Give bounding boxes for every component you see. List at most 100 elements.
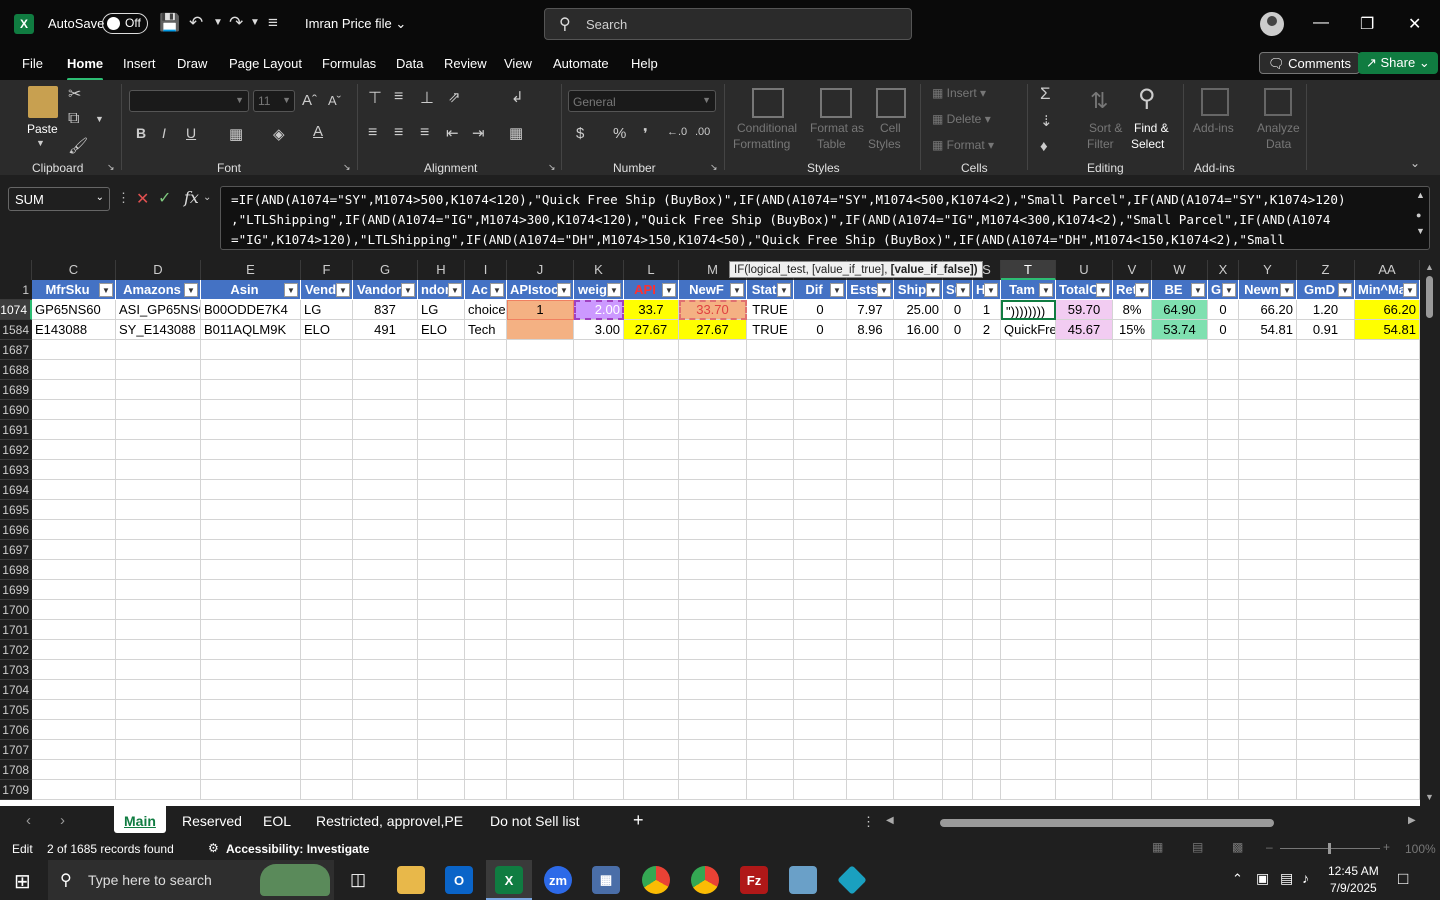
- row-header[interactable]: 1692: [0, 440, 32, 460]
- sheet-tab-do-not-sell[interactable]: Do not Sell list: [490, 813, 579, 829]
- empty-cell[interactable]: [353, 400, 418, 420]
- empty-cell[interactable]: [574, 560, 624, 580]
- empty-cell[interactable]: [894, 620, 943, 640]
- table-cell[interactable]: 54.81: [1239, 320, 1297, 340]
- empty-cell[interactable]: [507, 700, 574, 720]
- empty-cell[interactable]: [1355, 540, 1420, 560]
- empty-cell[interactable]: [1355, 560, 1420, 580]
- empty-cell[interactable]: [1355, 520, 1420, 540]
- row-header[interactable]: 1695: [0, 500, 32, 520]
- empty-cell[interactable]: [847, 640, 894, 660]
- increase-font-icon[interactable]: Aˆ: [302, 92, 317, 109]
- empty-cell[interactable]: [794, 600, 847, 620]
- tab-page-layout[interactable]: Page Layout: [229, 56, 302, 71]
- empty-cell[interactable]: [465, 620, 507, 640]
- empty-cell[interactable]: [507, 580, 574, 600]
- empty-cell[interactable]: [794, 700, 847, 720]
- empty-cell[interactable]: [201, 540, 301, 560]
- row-header[interactable]: 1691: [0, 420, 32, 440]
- empty-cell[interactable]: [1355, 720, 1420, 740]
- empty-cell[interactable]: [1113, 760, 1152, 780]
- table-header-cell[interactable]: Ret ▼: [1113, 280, 1152, 300]
- empty-cell[interactable]: [1297, 540, 1355, 560]
- column-header-w[interactable]: W: [1152, 260, 1208, 280]
- empty-cell[interactable]: [301, 500, 353, 520]
- empty-cell[interactable]: [32, 640, 116, 660]
- empty-cell[interactable]: [747, 740, 794, 760]
- empty-cell[interactable]: [847, 600, 894, 620]
- empty-cell[interactable]: [353, 680, 418, 700]
- table-header-cell[interactable]: Newn ▼: [1239, 280, 1297, 300]
- empty-cell[interactable]: [1113, 780, 1152, 800]
- empty-cell[interactable]: [847, 660, 894, 680]
- table-cell[interactable]: ELO: [418, 320, 465, 340]
- empty-cell[interactable]: [624, 640, 679, 660]
- empty-cell[interactable]: [1152, 520, 1208, 540]
- empty-cell[interactable]: [943, 480, 973, 500]
- number-format-box[interactable]: General ▼: [568, 90, 716, 112]
- empty-cell[interactable]: [973, 340, 1001, 360]
- empty-cell[interactable]: [1239, 520, 1297, 540]
- zoom-out-icon[interactable]: –: [1266, 840, 1273, 854]
- empty-cell[interactable]: [1001, 600, 1056, 620]
- empty-cell[interactable]: [116, 420, 201, 440]
- empty-cell[interactable]: [574, 720, 624, 740]
- row-header[interactable]: 1688: [0, 360, 32, 380]
- empty-cell[interactable]: [1152, 760, 1208, 780]
- empty-cell[interactable]: [1297, 600, 1355, 620]
- empty-cell[interactable]: [794, 760, 847, 780]
- empty-cell[interactable]: [574, 360, 624, 380]
- empty-cell[interactable]: [1056, 520, 1113, 540]
- table-cell[interactable]: 53.74: [1152, 320, 1208, 340]
- empty-cell[interactable]: [1001, 380, 1056, 400]
- decrease-indent-icon[interactable]: ⇤: [446, 124, 459, 142]
- empty-cell[interactable]: [973, 780, 1001, 800]
- empty-cell[interactable]: [353, 760, 418, 780]
- empty-cell[interactable]: [794, 420, 847, 440]
- empty-cell[interactable]: [973, 420, 1001, 440]
- empty-cell[interactable]: [1113, 520, 1152, 540]
- empty-cell[interactable]: [116, 740, 201, 760]
- empty-cell[interactable]: [679, 380, 747, 400]
- empty-cell[interactable]: [1152, 600, 1208, 620]
- excel-taskbar-icon[interactable]: X: [495, 866, 523, 894]
- paste-dropdown-icon[interactable]: ▼: [36, 138, 45, 148]
- undo-icon[interactable]: ↶: [189, 13, 203, 33]
- empty-cell[interactable]: [1355, 420, 1420, 440]
- filter-dropdown-icon[interactable]: ▼: [490, 283, 504, 297]
- tray-overflow-icon[interactable]: ⌃: [1232, 871, 1243, 887]
- empty-cell[interactable]: [1239, 780, 1297, 800]
- empty-cell[interactable]: [32, 560, 116, 580]
- empty-cell[interactable]: [1355, 640, 1420, 660]
- table-cell[interactable]: choice: [465, 300, 507, 320]
- empty-cell[interactable]: [894, 500, 943, 520]
- empty-cell[interactable]: [973, 360, 1001, 380]
- empty-cell[interactable]: [116, 500, 201, 520]
- empty-cell[interactable]: [747, 420, 794, 440]
- empty-cell[interactable]: [32, 600, 116, 620]
- format-painter-icon[interactable]: 🖌: [68, 136, 88, 156]
- empty-cell[interactable]: [418, 560, 465, 580]
- analyze-data-label[interactable]: Analyze: [1257, 121, 1300, 135]
- empty-cell[interactable]: [679, 560, 747, 580]
- column-header-e[interactable]: E: [201, 260, 301, 280]
- empty-cell[interactable]: [32, 380, 116, 400]
- empty-cell[interactable]: [201, 620, 301, 640]
- empty-cell[interactable]: [1297, 340, 1355, 360]
- empty-cell[interactable]: [679, 760, 747, 780]
- empty-cell[interactable]: [624, 720, 679, 740]
- empty-cell[interactable]: [418, 360, 465, 380]
- empty-cell[interactable]: [943, 460, 973, 480]
- clipboard-launcher-icon[interactable]: ↘: [107, 162, 115, 173]
- empty-cell[interactable]: [894, 720, 943, 740]
- filter-dropdown-icon[interactable]: ▼: [557, 283, 571, 297]
- empty-cell[interactable]: [1297, 560, 1355, 580]
- empty-cell[interactable]: [1001, 620, 1056, 640]
- scroll-up-icon[interactable]: ▲: [1425, 262, 1434, 272]
- table-cell[interactable]: 0: [794, 320, 847, 340]
- empty-cell[interactable]: [418, 740, 465, 760]
- increase-decimal-icon[interactable]: ←.0: [667, 126, 687, 138]
- empty-cell[interactable]: [1355, 700, 1420, 720]
- table-cell[interactable]: LG: [418, 300, 465, 320]
- empty-cell[interactable]: [301, 340, 353, 360]
